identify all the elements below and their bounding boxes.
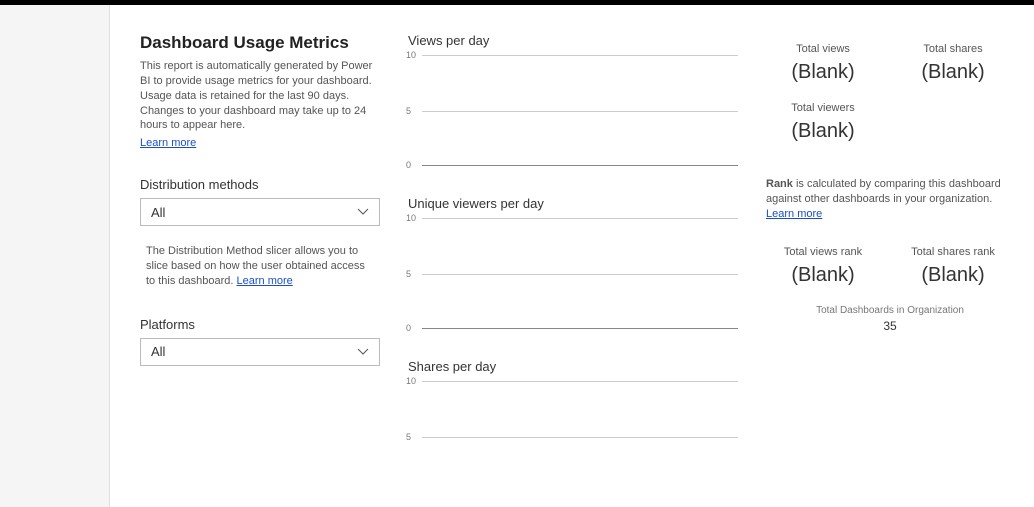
metric-label: Total viewers: [778, 102, 868, 114]
unique-viewers-chart: Unique viewers per day 10 5 0: [408, 196, 738, 335]
y-tick: 5: [406, 432, 411, 442]
y-tick: 0: [406, 160, 411, 170]
distribution-select[interactable]: All: [140, 198, 380, 226]
y-tick: 0: [406, 323, 411, 333]
metric-value: (Blank): [778, 61, 868, 84]
metric-label: Total shares rank: [908, 246, 998, 258]
platforms-select[interactable]: All: [140, 338, 380, 366]
gridline: [422, 381, 738, 382]
total-views-card: Total views (Blank): [778, 43, 868, 84]
chevron-down-icon: [357, 346, 369, 358]
y-tick: 5: [406, 269, 411, 279]
chart-title: Views per day: [408, 33, 738, 48]
distribution-label: Distribution methods: [140, 177, 380, 192]
total-dashboards-value: 35: [766, 319, 1014, 333]
rank-learn-more-link[interactable]: Learn more: [766, 208, 822, 220]
gridline: [422, 111, 738, 112]
gridline: [422, 274, 738, 275]
distribution-learn-more-link[interactable]: Learn more: [237, 275, 293, 287]
rank-text: is calculated by comparing this dashboar…: [766, 178, 1001, 205]
page-description: This report is automatically generated b…: [140, 59, 380, 133]
rank-prefix: Rank: [766, 178, 793, 190]
y-tick: 10: [406, 213, 416, 223]
total-viewers-card: Total viewers (Blank): [778, 102, 868, 143]
gridline: [422, 437, 738, 438]
platforms-select-value: All: [151, 344, 165, 359]
rank-description: Rank is calculated by comparing this das…: [766, 177, 1014, 222]
total-views-rank-card: Total views rank (Blank): [778, 246, 868, 287]
chevron-down-icon: [357, 206, 369, 218]
metric-value: (Blank): [778, 264, 868, 287]
total-shares-rank-card: Total shares rank (Blank): [908, 246, 998, 287]
y-tick: 10: [406, 50, 416, 60]
metric-label: Total views rank: [778, 246, 868, 258]
metric-value: (Blank): [908, 264, 998, 287]
axis-line: [422, 165, 738, 166]
chart-title: Unique viewers per day: [408, 196, 738, 211]
platforms-label: Platforms: [140, 317, 380, 332]
nav-sidebar-collapsed: [0, 5, 110, 507]
total-dashboards-label: Total Dashboards in Organization: [766, 305, 1014, 316]
gridline: [422, 218, 738, 219]
distribution-helper: The Distribution Method slicer allows yo…: [140, 244, 380, 289]
metric-value: (Blank): [778, 120, 868, 143]
report-canvas: Dashboard Usage Metrics This report is a…: [110, 5, 1034, 507]
page-title: Dashboard Usage Metrics: [140, 33, 380, 53]
learn-more-link[interactable]: Learn more: [140, 137, 196, 149]
distribution-select-value: All: [151, 205, 165, 220]
gridline: [422, 55, 738, 56]
y-tick: 10: [406, 376, 416, 386]
metric-label: Total shares: [908, 43, 998, 55]
axis-line: [422, 328, 738, 329]
y-tick: 5: [406, 106, 411, 116]
chart-title: Shares per day: [408, 359, 738, 374]
shares-per-day-chart: Shares per day 10 5: [408, 359, 738, 498]
metric-label: Total views: [778, 43, 868, 55]
views-per-day-chart: Views per day 10 5 0: [408, 33, 738, 172]
metric-value: (Blank): [908, 61, 998, 84]
total-shares-card: Total shares (Blank): [908, 43, 998, 84]
